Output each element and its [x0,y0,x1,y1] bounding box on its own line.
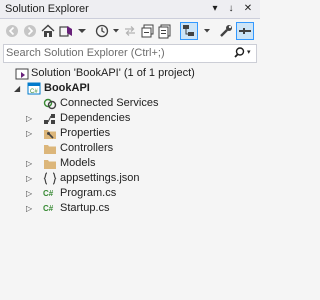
home-icon[interactable] [40,23,56,39]
expanded-arrow-icon[interactable]: ◢ [14,81,24,96]
collapsed-arrow-icon[interactable]: ▷ [26,201,36,216]
show-all-files-icon[interactable] [157,23,173,39]
folder-icon [43,156,57,171]
auto-hide-pin-icon[interactable]: ↓ [224,2,238,16]
properties-icon [43,126,57,141]
search-box[interactable]: ▾ [3,44,257,63]
tree-item-label: Connected Services [60,97,159,109]
tree-item-solution[interactable]: Solution 'BookAPI' (1 of 1 project) [0,66,260,81]
tree-item-program-cs[interactable]: ▷ C# Program.cs [0,186,260,201]
toolbar-dropdown-icon[interactable] [199,23,215,39]
folder-icon [43,141,57,156]
solution-icon [15,66,29,81]
collapsed-arrow-icon[interactable]: ▷ [26,126,36,141]
panel-title: Solution Explorer [5,3,89,15]
json-file-icon [43,171,57,186]
search-options-dropdown-icon[interactable]: ▾ [247,48,251,56]
collapsed-arrow-icon[interactable]: ▷ [26,156,36,171]
window-position-dropdown-icon[interactable]: ▾ [208,2,222,16]
tree-item-connected-services[interactable]: Connected Services [0,96,260,111]
project-label: BookAPI [44,82,90,94]
collapsed-arrow-icon[interactable]: ▷ [26,186,36,201]
toolbar [0,19,260,43]
connected-services-icon [43,96,57,111]
csharp-project-icon: C# [27,81,41,96]
tree-item-appsettings[interactable]: ▷ appsettings.json [0,171,260,186]
collapse-all-icon[interactable] [140,23,156,39]
collapsed-arrow-icon[interactable]: ▷ [26,111,36,126]
switch-views-icon[interactable] [58,23,74,39]
csharp-file-icon: C# [43,204,54,213]
search-icon[interactable] [234,46,248,60]
properties-wrench-icon[interactable] [218,23,234,39]
sync-icon[interactable] [122,23,138,39]
tree-item-label: Properties [60,127,111,139]
tree-item-controllers[interactable]: Controllers [0,141,260,156]
svg-text:C#: C# [30,89,38,95]
search-input[interactable] [6,46,226,60]
collapsed-arrow-icon[interactable]: ▷ [26,171,36,186]
tree-item-label: Program.cs [60,187,117,199]
solution-label: Solution 'BookAPI' (1 of 1 project) [31,67,195,79]
forward-icon[interactable] [22,23,38,39]
tree-item-label: Dependencies [60,112,131,124]
back-icon[interactable] [4,23,20,39]
pin-panel-icon[interactable] [236,22,254,40]
tree-item-label: Controllers [60,142,114,154]
panel-title-bar: Solution Explorer ▾ ↓ ✕ [0,0,260,19]
close-icon[interactable]: ✕ [241,2,255,16]
preview-selected-items-icon[interactable] [180,22,198,40]
csharp-file-icon: C# [43,189,54,198]
tree-item-label: Startup.cs [60,202,110,214]
tree-item-startup-cs[interactable]: ▷ C# Startup.cs [0,201,260,216]
tree-item-label: Models [60,157,96,169]
dependencies-icon [43,111,57,126]
tree-item-dependencies[interactable]: ▷ Dependencies [0,111,260,126]
tree-item-project[interactable]: ◢ C# BookAPI [0,81,260,96]
tree-item-properties[interactable]: ▷ Properties [0,126,260,141]
tree-item-label: appsettings.json [60,172,140,184]
tree-item-models[interactable]: ▷ Models [0,156,260,171]
dropdown-arrow-icon[interactable] [74,23,90,39]
